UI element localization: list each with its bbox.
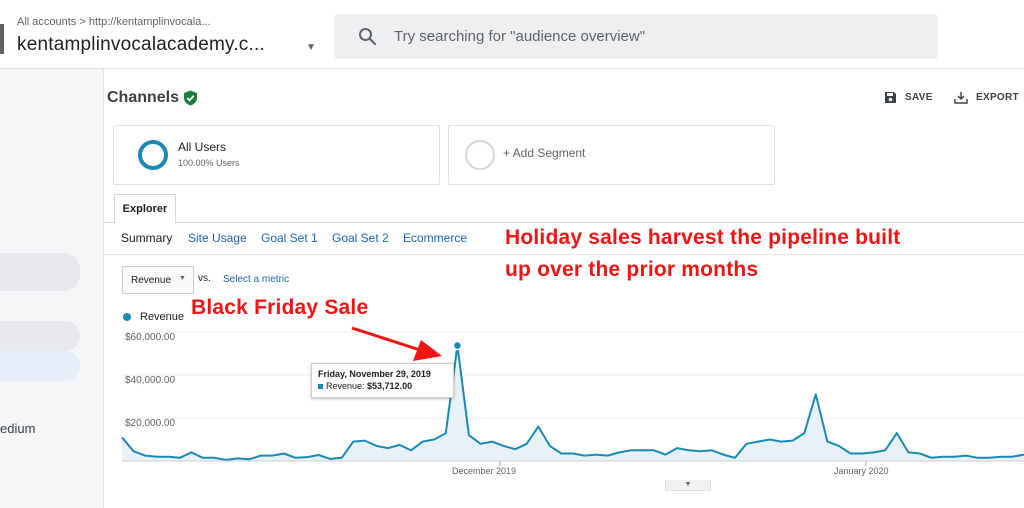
- tooltip-metric-value: $53,712.00: [367, 381, 413, 391]
- tooltip-value: Revenue: $53,712.00: [326, 381, 412, 391]
- chart-expand-toggle[interactable]: ▼: [665, 480, 711, 491]
- tooltip-date: Friday, November 29, 2019: [318, 369, 431, 379]
- annotation-arrow: [351, 326, 442, 361]
- annotation-headline-line1: Holiday sales harvest the pipeline built: [505, 226, 901, 249]
- annotation-headline-line2: up over the prior months: [505, 258, 759, 281]
- x-tick-label: December 2019: [452, 466, 517, 476]
- tooltip-swatch: [318, 384, 323, 389]
- annotation-callout: Black Friday Sale: [191, 296, 369, 319]
- y-tick-label: $20,000.00: [125, 418, 176, 429]
- tooltip-metric-label: Revenue:: [326, 381, 368, 391]
- chevron-down-icon: ▼: [684, 481, 692, 488]
- revenue-line: [121, 344, 1024, 461]
- y-tick-label: $40,000.00: [125, 375, 176, 386]
- x-tick-label: January 2020: [834, 466, 889, 476]
- y-tick-label: $60,000.00: [125, 332, 176, 343]
- chart-tooltip: Friday, November 29, 2019 Revenue: $53,7…: [311, 363, 454, 398]
- revenue-chart[interactable]: [0, 0, 1024, 508]
- data-point-black-friday[interactable]: [452, 340, 463, 351]
